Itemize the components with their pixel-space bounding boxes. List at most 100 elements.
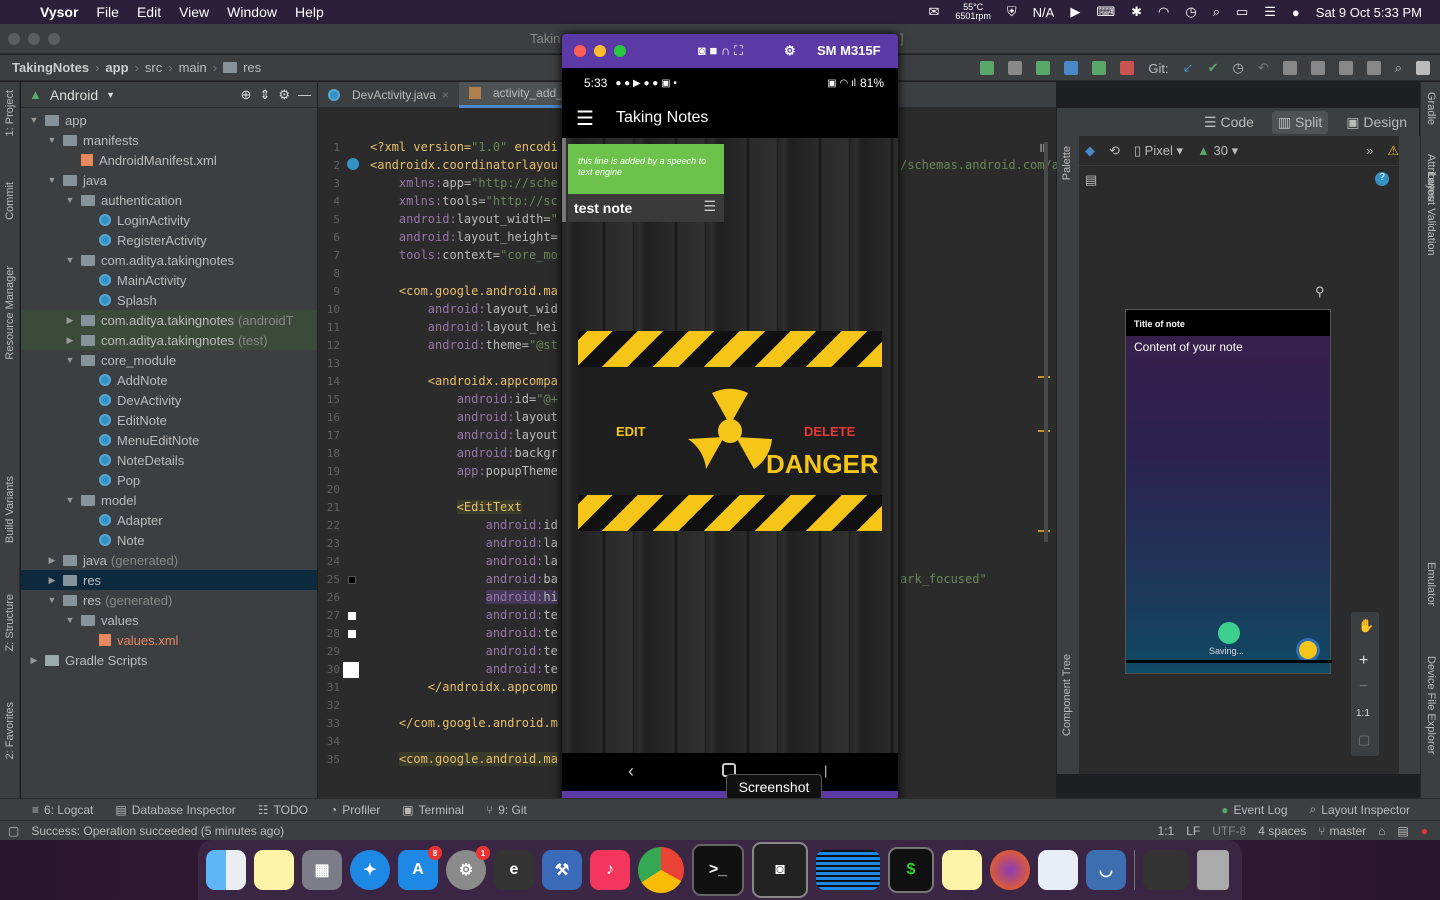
tree-item[interactable]: ▶ Gradle Scripts [21,650,317,670]
tab-activity-add[interactable]: activity_add_ [458,81,573,108]
keyboard-icon[interactable]: ⌨ [1096,4,1115,20]
terminal-app-icon[interactable]: >_ [692,844,744,896]
chevron-down-icon[interactable]: ▼ [65,255,75,265]
tree-item[interactable]: RegisterActivity [21,230,317,250]
code-line[interactable]: 24 android:la [318,552,562,570]
tree-item[interactable]: ▼ authentication [21,190,317,210]
code-line[interactable]: 22 android:id [318,516,562,534]
tree-item[interactable]: ▶ java (generated) [21,550,317,570]
menu-help[interactable]: Help [295,4,324,20]
account-icon[interactable] [1416,61,1430,75]
hamburger-menu-icon[interactable]: ☰ [576,106,594,131]
chevron-down-icon[interactable]: ▼ [47,175,57,185]
code-line[interactable]: 8 [318,264,562,282]
time-machine-icon[interactable]: ◷ [1185,4,1196,20]
android-studio-icon[interactable] [1038,850,1078,890]
vysor-tool-icons[interactable]: ◙ ■ ∩ ⛶ [698,43,743,59]
status-message[interactable]: Success: Operation succeeded (5 minutes … [31,824,284,838]
pin-icon[interactable]: ⚲ [1315,284,1325,300]
tree-item[interactable]: ▼ app [21,110,317,130]
vysor-zoom-button[interactable] [614,45,626,57]
code-line[interactable]: 18 android:backgr [318,444,562,462]
note-menu-icon[interactable]: ☰ [703,198,716,215]
gear-icon[interactable]: ⚙ [278,87,290,103]
device-selector[interactable]: ▯ Pixel ▾ [1134,143,1183,159]
help-icon[interactable]: ? [1375,172,1389,186]
tool-window-project[interactable]: 1: Project [4,90,16,136]
code-line[interactable]: 23 android:la [318,534,562,552]
vysor-close-button[interactable] [574,45,586,57]
tool-window-resource-manager[interactable]: Resource Manager [4,266,16,360]
recents-nav-icon[interactable]: | [824,763,827,778]
tree-item[interactable]: ▶ com.aditya.takingnotes (test) [21,330,317,350]
locate-icon[interactable]: ⊕ [241,87,252,103]
blueprint-icon[interactable]: ▤ [1085,172,1097,188]
tree-item[interactable]: MainActivity [21,270,317,290]
code-line[interactable]: 15 android:id="@+ [318,390,562,408]
tree-item[interactable]: EditNote [21,410,317,430]
color-swatch-white-large[interactable] [343,662,359,678]
tree-item[interactable]: ▼ values [21,610,317,630]
color-swatch-white[interactable] [348,630,356,638]
tool-event-log[interactable]: ● Event Log [1221,803,1287,817]
chevron-right-icon[interactable]: ▶ [65,335,75,346]
fan-temp[interactable]: 55°C 6501rpm [955,3,991,21]
chrome-icon[interactable] [638,847,684,893]
tree-item[interactable]: Note [21,530,317,550]
finder-icon[interactable] [206,850,246,890]
close-icon[interactable]: × [442,88,449,102]
note-card[interactable]: this line is added by a speech to text e… [568,144,724,224]
code-line[interactable]: 17 android:layout [318,426,562,444]
tree-item[interactable]: ▼ manifests [21,130,317,150]
tool-window-favorites[interactable]: 2: Favorites [4,702,16,759]
vysor-phone-window[interactable]: ◙ ■ ∩ ⛶ ⚙ SM M315F 5:33 ● ● ▶ ● ● ▣ • ▣ … [562,34,898,840]
safari-icon[interactable]: ✦ [350,850,390,890]
layout-inspector-icon[interactable] [1366,61,1381,75]
status-panel-icon[interactable]: ▢ [8,824,19,838]
code-line[interactable]: 10 android:layout_wid [318,300,562,318]
api-selector[interactable]: ▲ 30 ▾ [1197,143,1238,159]
back-nav-icon[interactable]: ‹ [628,761,634,782]
zoom-window-button[interactable] [48,33,60,45]
code-line[interactable]: 9 <com.google.android.ma [318,282,562,300]
tab-devactivity[interactable]: DevActivity.java × [318,82,459,108]
tool-window-structure[interactable]: Z: Structure [4,594,16,651]
code-line[interactable]: 20 [318,480,562,498]
system-preferences-icon[interactable]: ⚙ 1 [446,846,490,890]
layers-icon[interactable]: ◆ [1085,143,1095,159]
music-icon[interactable]: ♪ [590,850,630,890]
control-center-icon[interactable]: ☰ [1264,4,1276,20]
breadcrumb-main[interactable]: main [179,60,207,75]
hide-panel-icon[interactable]: — [298,87,311,102]
tool-window-emulator[interactable]: Emulator [1425,562,1437,606]
git-branch[interactable]: master [1329,824,1366,838]
zoom-in-icon[interactable]: + [1359,652,1368,670]
tree-item[interactable]: ▼ com.aditya.takingnotes [21,250,317,270]
zoom-out-icon[interactable]: − [1359,678,1368,696]
vysor-dock-icon[interactable]: ◡ [1086,850,1126,890]
tree-item[interactable]: AddNote [21,370,317,390]
tool-terminal[interactable]: ▣ Terminal [402,803,464,817]
ebook-icon[interactable]: e [494,850,534,890]
app-store-icon[interactable]: A8 [398,846,442,890]
code-line[interactable]: 11 android:layout_hei [318,318,562,336]
chevron-down-icon[interactable]: ▼ [65,195,75,205]
code-line[interactable]: 12 android:theme="@st [318,336,562,354]
avd-manager-icon[interactable] [1310,61,1325,75]
breadcrumb-app[interactable]: app [105,60,128,75]
code-line[interactable]: 14 <androidx.appcompa [318,372,562,390]
tool-window-layout-validation[interactable]: Layout Validation [1425,172,1437,256]
class-gutter-icon[interactable] [347,158,359,170]
chevron-down-icon[interactable]: ▼ [29,115,39,125]
git-commit-icon[interactable]: ✔ [1208,60,1219,76]
code-line[interactable]: 16 android:layout [318,408,562,426]
list-scrollbar[interactable] [562,138,566,222]
error-icon[interactable]: ● [1421,824,1428,838]
chevron-down-icon[interactable]: ▼ [65,355,75,365]
iterm-icon[interactable]: $ [888,847,934,893]
tree-item[interactable]: ▼ model [21,490,317,510]
na-status[interactable]: N/A [1033,5,1055,20]
chevron-right-icon[interactable]: ▶ [29,655,39,666]
danger-edit-button[interactable]: EDIT [616,424,646,439]
app-menu-vysor[interactable]: Vysor [40,4,78,20]
